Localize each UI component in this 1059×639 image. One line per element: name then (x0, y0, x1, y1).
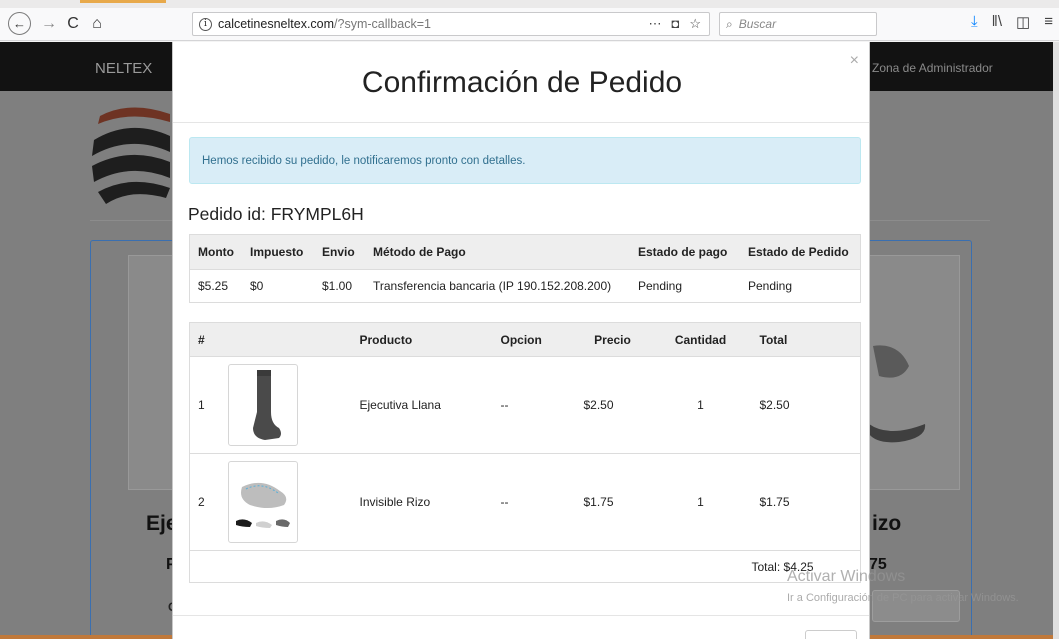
reload-icon[interactable]: C (61, 12, 85, 36)
neltex-logo (92, 107, 170, 204)
column-header: Total (751, 322, 861, 357)
product-thumbnail[interactable] (227, 461, 298, 543)
admin-link[interactable]: Zona de Administrador (872, 61, 993, 75)
column-header: Opcion (492, 322, 576, 357)
product-price: $2.50 (575, 356, 650, 454)
item-number: 2 (189, 453, 220, 551)
modal-header-divider (173, 122, 869, 123)
column-header: Impuesto (241, 234, 314, 270)
download-icon[interactable]: ⤓ (971, 13, 978, 31)
product-option: -- (492, 453, 576, 551)
order-summary-table: Monto Impuesto Envio Método de Pago Esta… (189, 234, 861, 303)
more-icon[interactable]: ⋯ (648, 16, 661, 32)
sock-image (869, 345, 926, 443)
browser-toolbar: ← → C ⌂ i calcetinesneltex.com/?sym-call… (0, 8, 1059, 41)
payment-method-cell: Transferencia bancaria (IP 190.152.208.2… (372, 279, 612, 293)
back-icon[interactable]: ← (8, 12, 31, 35)
order-id: Pedido id: FRYMPL6H (188, 204, 364, 224)
column-header: # (189, 322, 220, 357)
total-row: Total: $4.25 (190, 551, 861, 583)
address-bar[interactable]: i calcetinesneltex.com/?sym-callback=1 ⋯… (192, 12, 710, 36)
product-heading: izo (872, 512, 902, 535)
bookmark-star-icon[interactable]: ☆ (689, 16, 701, 32)
order-status-cell: Pending (747, 279, 793, 293)
search-icon: ⌕ (726, 16, 733, 31)
page-scrollbar[interactable] (1053, 42, 1059, 639)
table-row: $5.25 $0 $1.00 Transferencia bancaria (I… (190, 270, 861, 303)
modal-footer-divider (173, 615, 869, 616)
success-alert: Hemos recibido su pedido, le notificarem… (189, 137, 861, 184)
modal-footer-button[interactable] (805, 630, 857, 639)
column-header: Cantidad (649, 322, 752, 357)
tab-strip (0, 0, 1059, 8)
product-name: Invisible Rizo (351, 453, 493, 551)
order-confirmation-modal: Confirmación de Pedido × Hemos recibido … (172, 42, 870, 639)
payment-status-cell: Pending (637, 279, 683, 293)
windows-activation-title: Activar Windows (787, 568, 906, 585)
search-input[interactable]: ⌕ Buscar (719, 12, 877, 36)
product-quantity: 1 (649, 453, 752, 551)
product-name: Ejecutiva Llana (351, 356, 493, 454)
column-header: Monto (189, 234, 242, 270)
column-header: Producto (351, 322, 493, 357)
item-number: 1 (189, 356, 220, 454)
column-header: Envio (313, 234, 365, 270)
amount-cell: $5.25 (198, 279, 229, 293)
active-tab-indicator (80, 0, 166, 3)
menu-icon[interactable]: ≡ (1044, 13, 1053, 31)
windows-activation-subtitle: Ir a Configuración de PC para activar Wi… (787, 592, 1019, 604)
product-total: $1.75 (751, 453, 861, 551)
product-thumbnail (868, 255, 960, 490)
order-items-table: # Producto Opcion Precio Cantidad Total … (189, 322, 861, 583)
site-brand[interactable]: NELTEX (95, 60, 152, 77)
column-header: Método de Pago (364, 234, 630, 270)
library-icon[interactable]: ‖\ (992, 13, 1002, 31)
table-row: 1 Ejecutiva Llana -- $2.50 1 $2.50 (189, 356, 861, 454)
home-icon[interactable]: ⌂ (85, 12, 109, 36)
search-placeholder: Buscar (738, 17, 777, 31)
column-header: Estado de Pedido (739, 234, 861, 270)
url-host: calcetinesneltex.com (218, 17, 335, 31)
column-header: Precio (575, 322, 650, 357)
table-row: 2 Invisible Rizo -- $1.75 1 $1.75 (189, 453, 861, 551)
product-thumbnail[interactable] (227, 364, 298, 446)
product-option: -- (492, 356, 576, 454)
column-header: Estado de pago (629, 234, 740, 270)
dress-sock-image (252, 370, 281, 440)
sidebar-icon[interactable]: ◫ (1016, 13, 1030, 31)
close-icon[interactable]: × (850, 52, 859, 70)
column-header (219, 322, 352, 357)
shipping-cell: $1.00 (321, 279, 353, 293)
product-quantity: 1 (649, 356, 752, 454)
pocket-icon[interactable]: ◘ (671, 16, 679, 32)
tax-cell: $0 (249, 279, 264, 293)
product-total: $2.50 (751, 356, 861, 454)
url-path: /?sym-callback=1 (334, 17, 431, 31)
modal-title: Confirmación de Pedido (361, 66, 683, 99)
forward-icon[interactable]: → (37, 12, 61, 36)
product-price: $1.75 (575, 453, 650, 551)
info-icon[interactable]: i (199, 17, 212, 31)
no-show-sock-image (235, 482, 290, 528)
